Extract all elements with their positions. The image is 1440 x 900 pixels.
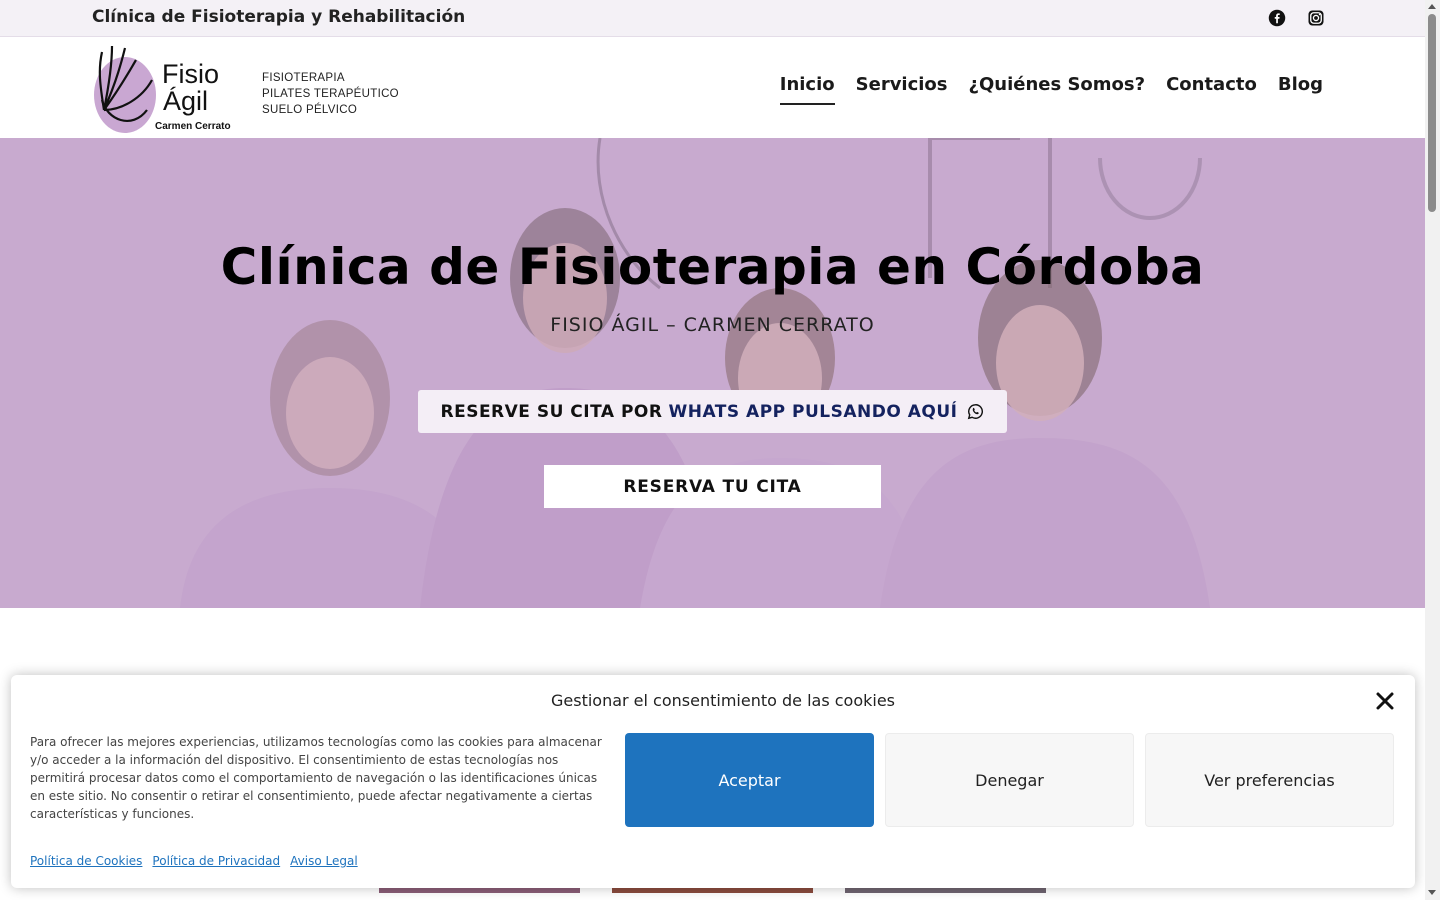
tagline-item: SUELO PÉLVICO (262, 104, 358, 116)
nav-item-servicios[interactable]: Servicios (856, 74, 948, 105)
topbar-title: Clínica de Fisioterapia y Rehabilitación (92, 7, 466, 27)
tagline-item: FISIOTERAPIA (262, 72, 345, 84)
tagline-item: PILATES TERAPÉUTICO (262, 88, 399, 100)
hero-title: Clínica de Fisioterapia en Córdoba (220, 238, 1205, 296)
whatsapp-button-label: RESERVE SU CITA POR (440, 401, 663, 422)
hero-team-photo (0, 138, 1425, 608)
nav-item-quienes-somos[interactable]: ¿Quiénes Somos? (969, 74, 1146, 105)
hero-subtitle: FISIO ÁGIL – CARMEN CERRATO (550, 314, 875, 336)
cookie-description: Para ofrecer las mejores experiencias, u… (30, 735, 602, 821)
nav-item-inicio[interactable]: Inicio (779, 74, 835, 105)
page-scrollbar[interactable] (1425, 0, 1440, 900)
close-icon[interactable] (1375, 691, 1395, 711)
facebook-icon[interactable] (1268, 9, 1286, 27)
link-legal-notice[interactable]: Aviso Legal (290, 854, 358, 868)
whatsapp-button-highlight: WHATS APP PULSANDO AQUÍ (668, 401, 958, 422)
link-cookie-policy[interactable]: Política de Cookies (30, 854, 142, 868)
accept-cookies-button[interactable]: Aceptar (625, 733, 874, 827)
reserva-cita-button[interactable]: RESERVA TU CITA (544, 465, 881, 508)
site-header: Fisio Ágil Carmen Cerrato FISIOTERAPIA P… (0, 37, 1425, 137)
scroll-down-arrow-icon[interactable] (1428, 890, 1436, 895)
top-bar: Clínica de Fisioterapia y Rehabilitación (0, 0, 1425, 37)
logo-text-agil: Ágil (163, 86, 209, 116)
whatsapp-icon (968, 404, 984, 420)
cookie-policy-links: Política de Cookies Política de Privacid… (30, 854, 358, 868)
nav-item-blog[interactable]: Blog (1278, 74, 1323, 105)
main-nav: Inicio Servicios ¿Quiénes Somos? Contact… (779, 74, 1323, 105)
nav-item-contacto[interactable]: Contacto (1166, 74, 1257, 105)
logo-taglines: FISIOTERAPIA PILATES TERAPÉUTICO SUELO P… (262, 70, 399, 118)
view-preferences-button[interactable]: Ver preferencias (1145, 733, 1394, 827)
cookie-title: Gestionar el consentimiento de las cooki… (550, 691, 896, 710)
scroll-up-arrow-icon[interactable] (1428, 4, 1436, 9)
scrollbar-thumb[interactable] (1428, 14, 1436, 212)
deny-cookies-button[interactable]: Denegar (885, 733, 1134, 827)
instagram-icon[interactable] (1307, 9, 1325, 27)
hero-section: Clínica de Fisioterapia en Córdoba FISIO… (0, 138, 1425, 608)
logo-text-name: Carmen Cerrato (155, 121, 231, 132)
cookie-consent-panel: Gestionar el consentimiento de las cooki… (11, 675, 1415, 888)
link-privacy-policy[interactable]: Política de Privacidad (152, 854, 280, 868)
whatsapp-booking-button[interactable]: RESERVE SU CITA POR WHATS APP PULSANDO A… (418, 390, 1007, 433)
